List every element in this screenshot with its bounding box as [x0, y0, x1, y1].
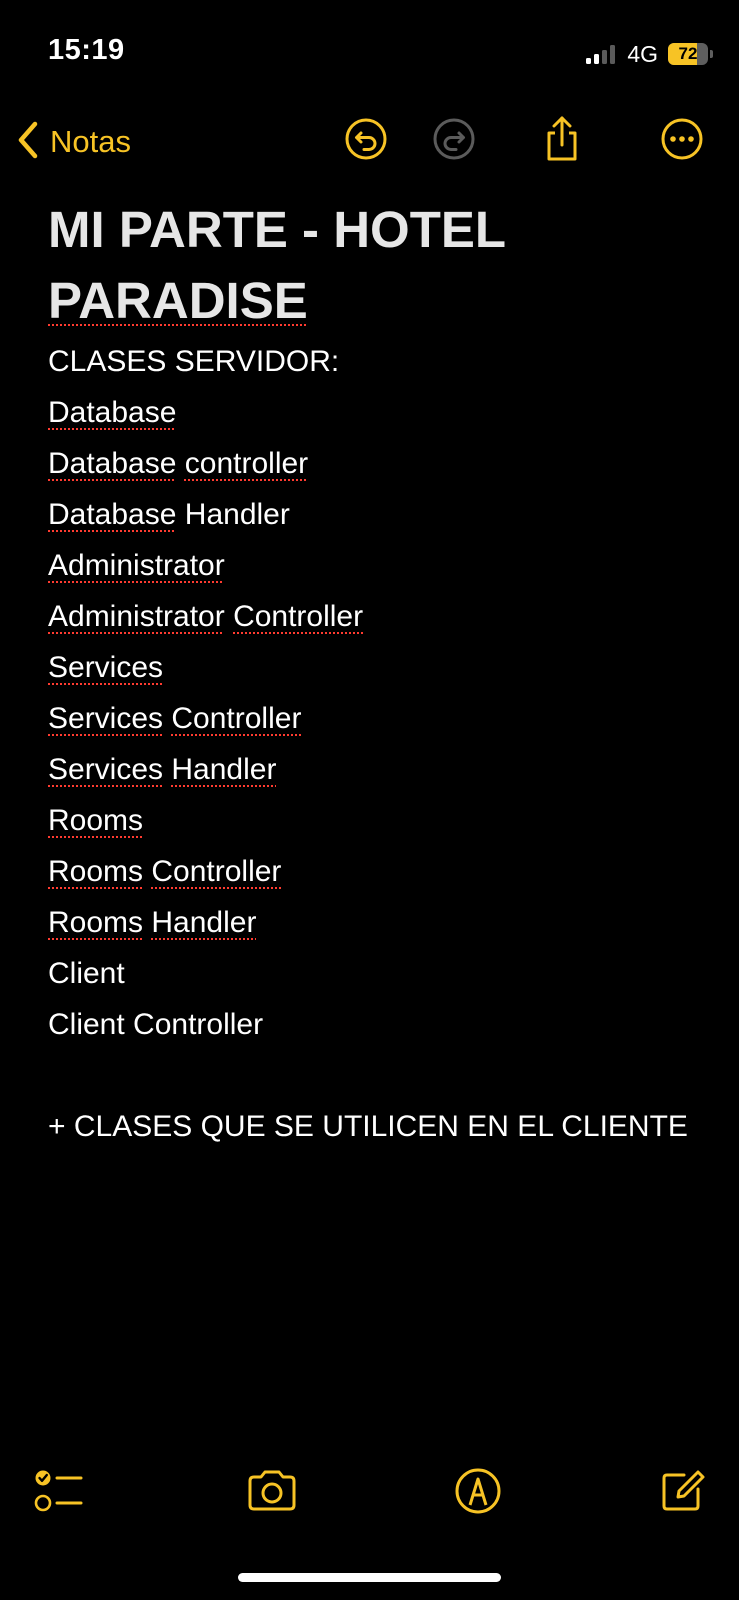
cellular-signal-icon	[586, 44, 616, 64]
list-item: Database controller	[48, 438, 708, 489]
note-heading: CLASES SERVIDOR:	[48, 345, 340, 378]
share-icon	[540, 115, 584, 168]
markup-button[interactable]	[450, 1465, 506, 1521]
battery-icon: 72	[668, 43, 708, 65]
list-item: Services Controller	[48, 693, 708, 744]
item-word: Handler	[184, 498, 290, 531]
camera-icon	[245, 1469, 299, 1518]
class-list: Database Database controller Database Ha…	[48, 387, 708, 1050]
status-indicators: 4G 72	[586, 40, 713, 68]
item-word: Client	[48, 957, 125, 990]
item-word: Handler	[151, 906, 257, 939]
home-indicator[interactable]	[238, 1573, 501, 1582]
note-title-line-1: MI PARTE - HOTEL	[48, 201, 507, 258]
item-word: Controller	[151, 855, 282, 888]
back-button-label: Notas	[50, 124, 131, 159]
battery-level: 72	[678, 44, 698, 63]
item-word: Controller	[233, 600, 364, 633]
item-word: Controller	[171, 702, 302, 735]
item-word: Services	[48, 651, 164, 684]
list-item: Rooms Controller	[48, 846, 708, 897]
undo-icon	[344, 117, 388, 166]
more-button[interactable]	[658, 117, 706, 165]
list-item: Client Controller	[48, 999, 708, 1050]
more-icon	[660, 117, 704, 166]
item-word: Database	[48, 498, 177, 531]
item-word: Client	[48, 1008, 125, 1041]
back-button[interactable]: Notas	[16, 118, 131, 166]
list-item: Database Handler	[48, 489, 708, 540]
list-item: Services	[48, 642, 708, 693]
undo-button[interactable]	[342, 117, 390, 165]
item-word: Rooms	[48, 906, 144, 939]
item-word: Rooms	[48, 855, 144, 888]
list-item: Database	[48, 387, 708, 438]
item-word: Services	[48, 702, 164, 735]
list-item: Services Handler	[48, 744, 708, 795]
list-item: Rooms	[48, 795, 708, 846]
share-button[interactable]	[538, 115, 586, 168]
item-word: Controller	[133, 1008, 264, 1041]
network-type: 4G	[627, 40, 658, 67]
camera-button[interactable]	[244, 1465, 300, 1521]
redo-button[interactable]	[430, 117, 478, 165]
list-item: Client	[48, 948, 708, 999]
battery-tip	[710, 50, 713, 58]
redo-icon	[432, 117, 476, 166]
list-item: Rooms Handler	[48, 897, 708, 948]
item-word: Administrator	[48, 549, 225, 582]
checklist-button[interactable]	[31, 1465, 87, 1521]
note-title-line-2: PARADISE	[48, 272, 308, 329]
item-word: Services	[48, 753, 164, 786]
item-word: Administrator	[48, 600, 225, 633]
note-body[interactable]: MI PARTE - HOTEL PARADISE CLASES SERVIDO…	[48, 194, 708, 1152]
item-word: Handler	[171, 753, 277, 786]
markup-icon	[454, 1467, 502, 1520]
item-word: Rooms	[48, 804, 144, 837]
chevron-left-icon	[16, 120, 40, 165]
checklist-icon	[33, 1468, 85, 1519]
note-title: MI PARTE - HOTEL PARADISE	[48, 194, 708, 336]
status-time: 15:19	[48, 34, 125, 66]
list-item: Administrator Controller	[48, 591, 708, 642]
compose-icon	[658, 1467, 706, 1520]
item-word: Database	[48, 396, 177, 429]
item-word: controller	[184, 447, 309, 480]
item-word: Database	[48, 447, 177, 480]
compose-button[interactable]	[654, 1465, 710, 1521]
note-footer: + CLASES QUE SE UTILICEN EN EL CLIENTE	[48, 1110, 688, 1143]
list-item: Administrator	[48, 540, 708, 591]
